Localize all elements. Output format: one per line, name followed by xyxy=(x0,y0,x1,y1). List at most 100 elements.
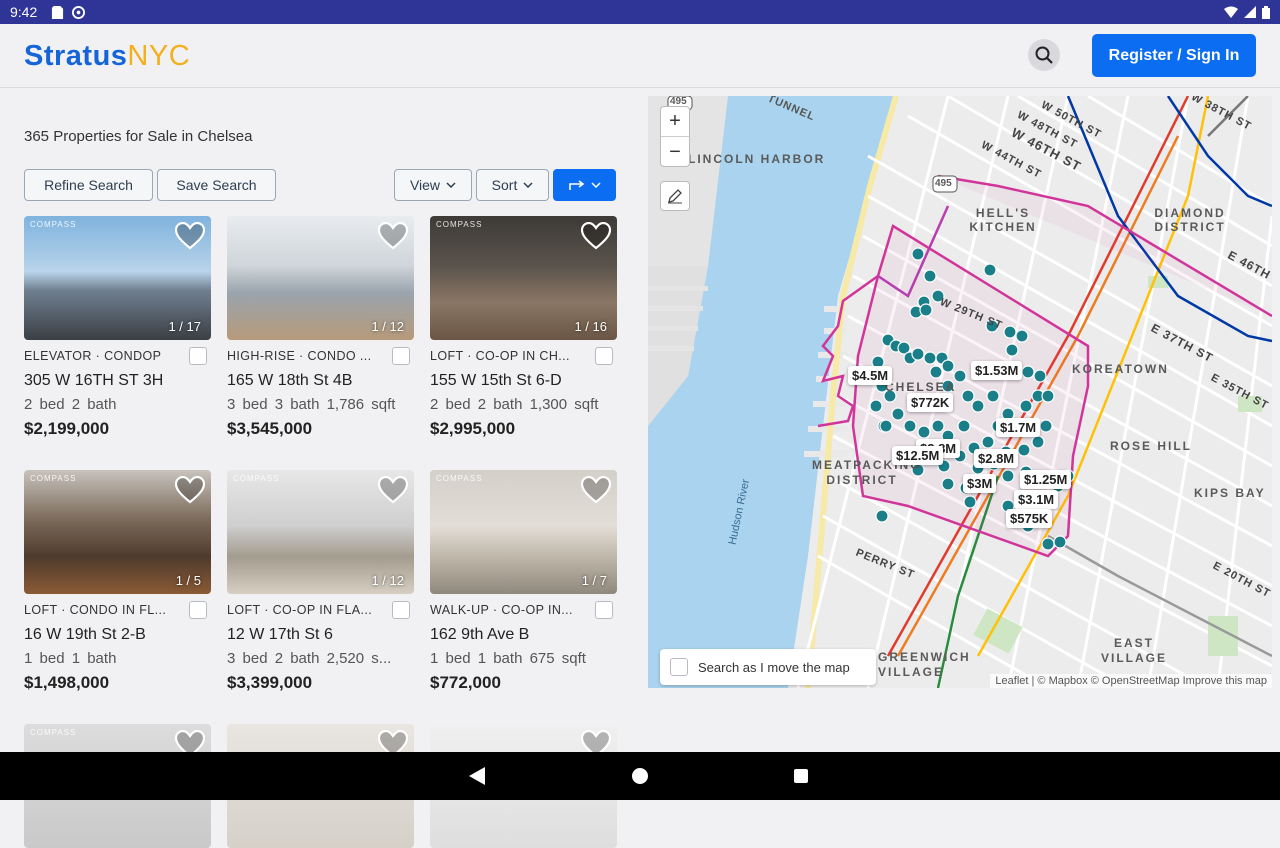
listing-type-row: HIGH-RISE · CONDO ... xyxy=(227,347,414,365)
area-label: CHELSEA xyxy=(885,380,957,394)
heart-icon[interactable] xyxy=(378,222,408,250)
listing-type: WALK-UP · CO-OP IN... xyxy=(430,603,573,617)
back-icon[interactable] xyxy=(469,767,485,785)
app-header: StratusNYC Register / Sign In xyxy=(0,24,1280,88)
listing-specs: 1 bed 1 bath 675 sqft xyxy=(430,650,586,667)
area-label: DIAMOND DISTRICT xyxy=(1154,206,1226,234)
listing-photo[interactable]: COMPASS 1 / 7 xyxy=(430,470,617,594)
photo-count: 1 / 16 xyxy=(574,319,607,334)
area-label: GREENWICH VILLAGE xyxy=(878,650,971,679)
listing-brand: COMPASS xyxy=(436,474,483,483)
listing-address[interactable]: 12 W 17th St 6 xyxy=(227,626,414,644)
listing-specs: 3 bed 2 bath 2,520 s... xyxy=(227,650,392,667)
listing-specs: 3 bed 3 bath 1,786 sqft xyxy=(227,396,396,413)
sort-label: Sort xyxy=(491,177,518,193)
listing-address[interactable]: 155 W 15th St 6-D xyxy=(430,372,617,390)
listing-type-row: ELEVATOR · CONDOP xyxy=(24,347,211,365)
compare-checkbox[interactable] xyxy=(392,601,410,619)
recents-icon[interactable] xyxy=(794,769,808,783)
search-button[interactable] xyxy=(1028,39,1060,71)
listing-type: ELEVATOR · CONDOP xyxy=(24,349,162,363)
listing-brand: COMPASS xyxy=(30,728,77,737)
battery-icon xyxy=(1262,5,1270,19)
listing-brand: COMPASS xyxy=(30,474,77,483)
logo-secondary: NYC xyxy=(127,40,191,72)
listing-card[interactable]: COMPASS 1 / 5 LOFT · CONDO IN FL... 16 W… xyxy=(24,470,211,693)
sync-icon xyxy=(72,5,86,19)
zoom-out-button[interactable]: − xyxy=(661,137,689,167)
photo-count: 1 / 5 xyxy=(175,573,201,588)
compare-checkbox[interactable] xyxy=(595,347,613,365)
map-price-label[interactable]: $1.7M xyxy=(996,418,1041,437)
map-price-label[interactable]: $2.8M xyxy=(974,449,1019,468)
map-price-label[interactable]: $1.25M xyxy=(1020,470,1072,489)
save-search-button[interactable]: Save Search xyxy=(157,169,276,201)
sd-card-icon xyxy=(52,5,64,19)
listing-price: $3,545,000 xyxy=(227,419,313,438)
heart-icon[interactable] xyxy=(378,476,408,504)
search-as-move-toggle[interactable]: Search as I move the map xyxy=(660,649,876,685)
photo-count: 1 / 12 xyxy=(371,319,404,334)
system-nav-bar xyxy=(0,752,1280,800)
listing-card[interactable]: 1 / 12 HIGH-RISE · CONDO ... 165 W 18th … xyxy=(227,216,414,439)
listing-type-row: LOFT · CO-OP IN CH... xyxy=(430,347,617,365)
map-attribution[interactable]: Leaflet | © Mapbox © OpenStreetMap Impro… xyxy=(990,674,1272,688)
listing-type-row: WALK-UP · CO-OP IN... xyxy=(430,601,617,619)
register-sign-in-button[interactable]: Register / Sign In xyxy=(1092,34,1256,77)
listing-address[interactable]: 162 9th Ave B xyxy=(430,626,617,644)
listing-address[interactable]: 16 W 19th St 2-B xyxy=(24,626,211,644)
results-title: 365 Properties for Sale in Chelsea xyxy=(24,128,253,145)
draw-button[interactable] xyxy=(660,181,690,211)
search-as-move-checkbox[interactable] xyxy=(670,658,688,676)
map-canvas[interactable] xyxy=(648,96,1272,688)
area-label: KIPS BAY xyxy=(1194,486,1266,500)
compare-checkbox[interactable] xyxy=(189,347,207,365)
listing-photo[interactable]: COMPASS 1 / 17 xyxy=(24,216,211,340)
logo[interactable]: StratusNYC xyxy=(24,40,190,73)
search-as-move-label: Search as I move the map xyxy=(698,659,850,675)
listing-address[interactable]: 165 W 18th St 4B xyxy=(227,372,414,390)
map-price-label[interactable]: $1.53M xyxy=(971,361,1023,380)
listing-specs: 2 bed 2 bath xyxy=(24,396,117,413)
compare-checkbox[interactable] xyxy=(595,601,613,619)
listing-photo[interactable]: 1 / 12 xyxy=(227,216,414,340)
signal-icon xyxy=(1244,6,1256,18)
heart-icon[interactable] xyxy=(175,476,205,504)
view-dropdown[interactable]: View xyxy=(394,169,472,201)
listing-brand: COMPASS xyxy=(436,220,483,229)
save-search-label: Save Search xyxy=(176,177,257,193)
heart-icon[interactable] xyxy=(175,222,205,250)
listing-card[interactable]: COMPASS 1 / 16 LOFT · CO-OP IN CH... 155… xyxy=(430,216,617,439)
listing-card[interactable]: COMPASS 1 / 7 WALK-UP · CO-OP IN... 162 … xyxy=(430,470,617,693)
zoom-in-button[interactable]: + xyxy=(661,107,689,137)
sort-dropdown[interactable]: Sort xyxy=(476,169,549,201)
listing-type: HIGH-RISE · CONDO ... xyxy=(227,349,372,363)
map-price-label[interactable]: $4.5M xyxy=(848,366,893,385)
listing-photo[interactable]: COMPASS 1 / 5 xyxy=(24,470,211,594)
refine-search-label: Refine Search xyxy=(44,177,133,193)
refine-search-button[interactable]: Refine Search xyxy=(24,169,153,201)
search-icon xyxy=(1035,46,1053,64)
chevron-down-icon xyxy=(523,182,533,188)
listing-type: LOFT · CONDO IN FL... xyxy=(24,603,167,617)
map-price-label[interactable]: $3M xyxy=(963,474,997,493)
listing-card[interactable]: COMPASS 1 / 17 ELEVATOR · CONDOP 305 W 1… xyxy=(24,216,211,439)
listing-card[interactable]: COMPASS 1 / 12 LOFT · CO-OP IN FLA... 12… xyxy=(227,470,414,693)
share-arrow-icon xyxy=(568,180,584,190)
map-price-label[interactable]: $3.1M xyxy=(1014,490,1059,509)
listing-type-row: LOFT · CO-OP IN FLA... xyxy=(227,601,414,619)
chevron-down-icon xyxy=(446,182,456,188)
map-price-label[interactable]: $12.5M xyxy=(892,446,944,465)
compare-checkbox[interactable] xyxy=(189,601,207,619)
share-dropdown[interactable] xyxy=(553,169,616,201)
home-icon[interactable] xyxy=(632,768,648,784)
listing-photo[interactable]: COMPASS 1 / 12 xyxy=(227,470,414,594)
listing-photo[interactable]: COMPASS 1 / 16 xyxy=(430,216,617,340)
map-price-label[interactable]: $575K xyxy=(1006,509,1053,528)
compare-checkbox[interactable] xyxy=(392,347,410,365)
heart-icon[interactable] xyxy=(581,222,611,250)
heart-icon[interactable] xyxy=(581,476,611,504)
map[interactable]: 495 495 TUNNEL LINCOLN HARBOR HELL'S KIT… xyxy=(648,96,1272,688)
map-price-label[interactable]: $772K xyxy=(907,393,954,412)
listing-address[interactable]: 305 W 16TH ST 3H xyxy=(24,372,211,390)
